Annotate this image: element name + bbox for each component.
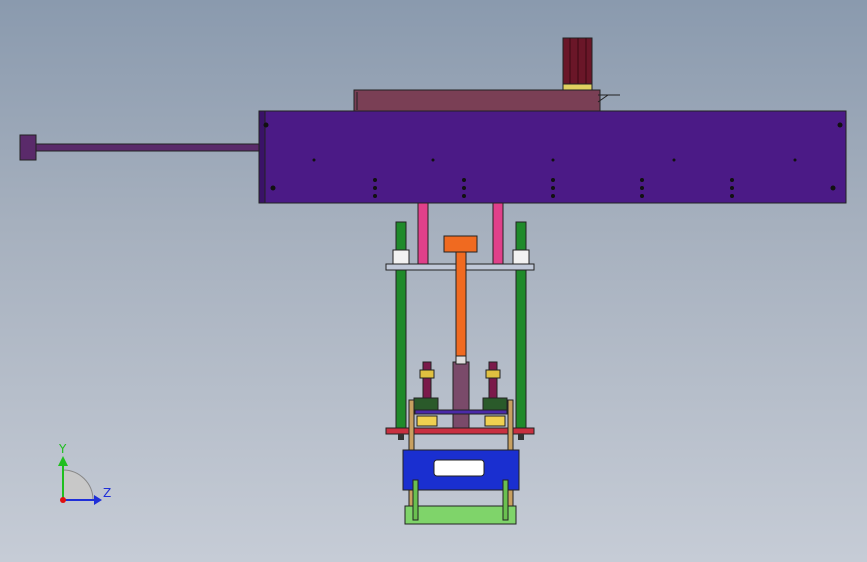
green-base[interactable] — [404, 505, 517, 525]
beam-bolt — [730, 194, 734, 198]
gripper-clip-left — [419, 369, 435, 379]
gripper-base-right — [484, 415, 506, 427]
beam-bolt — [373, 194, 377, 198]
y-axis-label: Y — [59, 442, 67, 456]
extension-rod[interactable] — [33, 143, 260, 152]
x-axis-point — [60, 497, 66, 503]
green-slider-left — [412, 479, 419, 521]
beam-bolt — [730, 186, 734, 190]
cylinder-top — [455, 355, 467, 365]
green-slider-right — [502, 479, 509, 521]
beam-bolt — [730, 178, 734, 182]
assembly-model[interactable] — [0, 0, 867, 562]
pink-guide-rod-left[interactable] — [417, 202, 429, 266]
beam-mark — [312, 158, 316, 162]
beam-bolt — [551, 186, 555, 190]
beam-bolt — [373, 178, 377, 182]
beam-bolt — [373, 186, 377, 190]
beam-bolt — [640, 194, 644, 198]
pink-guide-rod-right[interactable] — [492, 202, 504, 266]
beam-bolt — [462, 186, 466, 190]
beam-mark — [431, 158, 435, 162]
beam-bolt — [462, 194, 466, 198]
beam-mark — [793, 158, 797, 162]
motor-housing[interactable] — [353, 89, 601, 113]
plate-stud-left — [398, 434, 404, 440]
triad-xy-arc — [62, 469, 94, 501]
center-cylinder[interactable] — [452, 361, 470, 429]
beam-corner-bolt — [270, 185, 276, 191]
blue-block-window — [433, 459, 485, 477]
motor-flange — [562, 83, 593, 91]
y-axis-arrow — [58, 456, 68, 466]
beam-corner-bolt — [263, 122, 269, 128]
plate-stud-right — [518, 434, 524, 440]
column-bushing-left — [392, 249, 410, 265]
beam-bolt — [462, 178, 466, 182]
beam-mark — [672, 158, 676, 162]
beam-corner-bolt — [830, 185, 836, 191]
gripper-clip-right — [485, 369, 501, 379]
column-bushing-right — [512, 249, 530, 265]
z-axis-arrow — [94, 495, 102, 505]
beam-mark — [551, 158, 555, 162]
orientation-triad — [58, 456, 102, 505]
z-axis-label: Z — [103, 486, 112, 500]
beam-bolt — [551, 178, 555, 182]
beam-bolt — [551, 194, 555, 198]
orange-shaft-cap[interactable] — [443, 235, 478, 253]
gripper-base-left — [416, 415, 438, 427]
orange-shaft[interactable] — [455, 251, 467, 363]
rod-end-knob[interactable] — [19, 134, 37, 161]
cad-viewport[interactable]: Y Z — [0, 0, 867, 562]
beam-bolt — [640, 186, 644, 190]
beam-corner-bolt — [837, 122, 843, 128]
purple-crossbar[interactable] — [414, 409, 508, 415]
beam-bolt — [640, 178, 644, 182]
